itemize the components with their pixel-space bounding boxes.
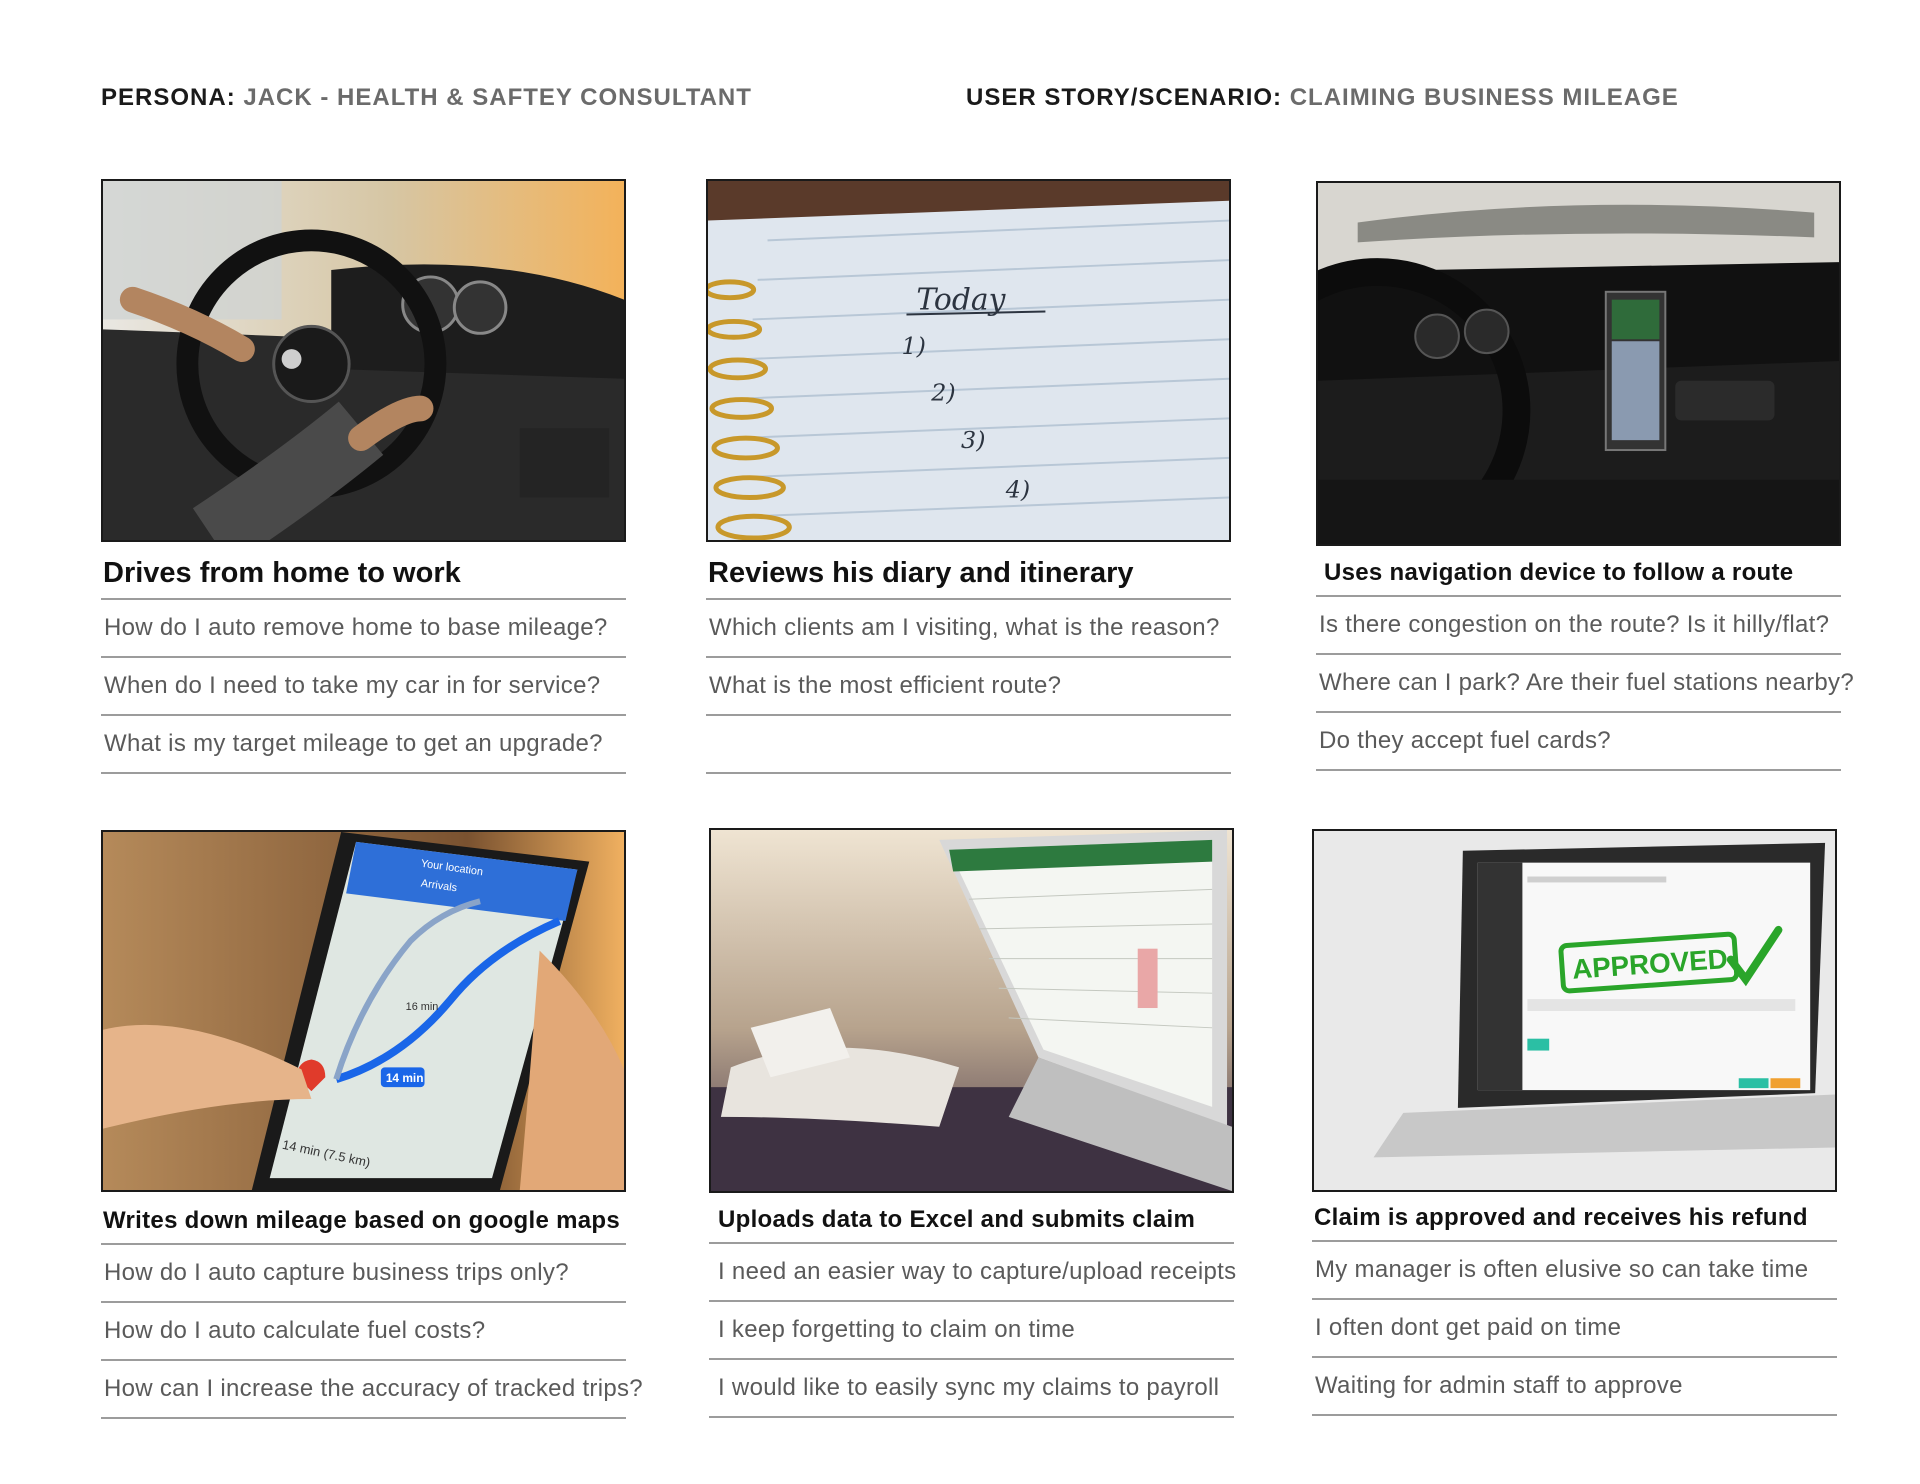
scenario-card-drive: Drives from home to work How do I auto r… — [101, 179, 626, 774]
notebook-item: 1) — [902, 332, 926, 360]
question-item: How do I auto calculate fuel costs? — [101, 1303, 626, 1361]
question-item: Which clients am I visiting, what is the… — [706, 600, 1231, 658]
question-item: My manager is often elusive so can take … — [1312, 1242, 1837, 1300]
question-item: I would like to easily sync my claims to… — [709, 1360, 1234, 1418]
question-item: Where can I park? Are their fuel station… — [1316, 655, 1854, 713]
question-item: How do I auto remove home to base mileag… — [101, 600, 626, 658]
question-item: Is there congestion on the route? Is it … — [1316, 597, 1841, 655]
photo-laptop-approved: APPROVED — [1312, 829, 1837, 1192]
question-item: How do I auto capture business trips onl… — [101, 1245, 626, 1303]
card-title: Drives from home to work — [101, 557, 626, 600]
photo-driving — [101, 179, 626, 542]
scenario-card-navigation: Uses navigation device to follow a route… — [1316, 181, 1854, 771]
user-story-value: CLAIMING BUSINESS MILEAGE — [1289, 84, 1679, 111]
persona-label: PERSONA: — [101, 84, 236, 111]
photo-phone-maps: Your location Arrivals 14 min 16 min 14 … — [101, 830, 626, 1192]
user-story-header: USER STORY/SCENARIO: CLAIMING BUSINESS M… — [966, 84, 1679, 112]
photo-dashboard-phone — [1316, 181, 1841, 546]
question-item: Do they accept fuel cards? — [1316, 713, 1841, 771]
question-item: How can I increase the accuracy of track… — [101, 1361, 643, 1419]
scenario-card-diary: Today 1) 2) 3) 4) Reviews his diary and … — [706, 179, 1231, 774]
persona-header: PERSONA: JACK - HEALTH & SAFTEY CONSULTA… — [101, 84, 752, 112]
question-item: What is my target mileage to get an upgr… — [101, 716, 626, 774]
user-story-label: USER STORY/SCENARIO: — [966, 84, 1283, 111]
scenario-card-approved: APPROVED Claim is approved and receives … — [1312, 829, 1837, 1416]
photo-laptop-excel — [709, 828, 1234, 1193]
card-title: Uploads data to Excel and submits claim — [709, 1206, 1234, 1244]
notebook-item: 2) — [930, 379, 955, 407]
notebook-item: 4) — [1005, 476, 1030, 504]
persona-value: JACK - HEALTH & SAFTEY CONSULTANT — [243, 84, 752, 111]
scenario-card-maps: Your location Arrivals 14 min 16 min 14 … — [101, 830, 643, 1419]
question-item: I keep forgetting to claim on time — [709, 1302, 1234, 1360]
maps-route-time: 14 min — [386, 1071, 424, 1085]
question-item — [706, 716, 1231, 774]
card-title: Writes down mileage based on google maps — [101, 1207, 626, 1245]
maps-alt-time: 16 min — [406, 1001, 439, 1013]
question-item: Waiting for admin staff to approve — [1312, 1358, 1837, 1416]
card-title: Uses navigation device to follow a route — [1316, 559, 1841, 597]
question-item: What is the most efficient route? — [706, 658, 1231, 716]
question-item: When do I need to take my car in for ser… — [101, 658, 626, 716]
notebook-item: 3) — [961, 426, 985, 454]
photo-notebook: Today 1) 2) 3) 4) — [706, 179, 1231, 542]
card-title: Reviews his diary and itinerary — [706, 557, 1231, 600]
card-title: Claim is approved and receives his refun… — [1312, 1204, 1837, 1242]
scenario-card-excel: Uploads data to Excel and submits claim … — [709, 828, 1236, 1418]
question-item: I often dont get paid on time — [1312, 1300, 1837, 1358]
question-item: I need an easier way to capture/upload r… — [709, 1244, 1236, 1302]
